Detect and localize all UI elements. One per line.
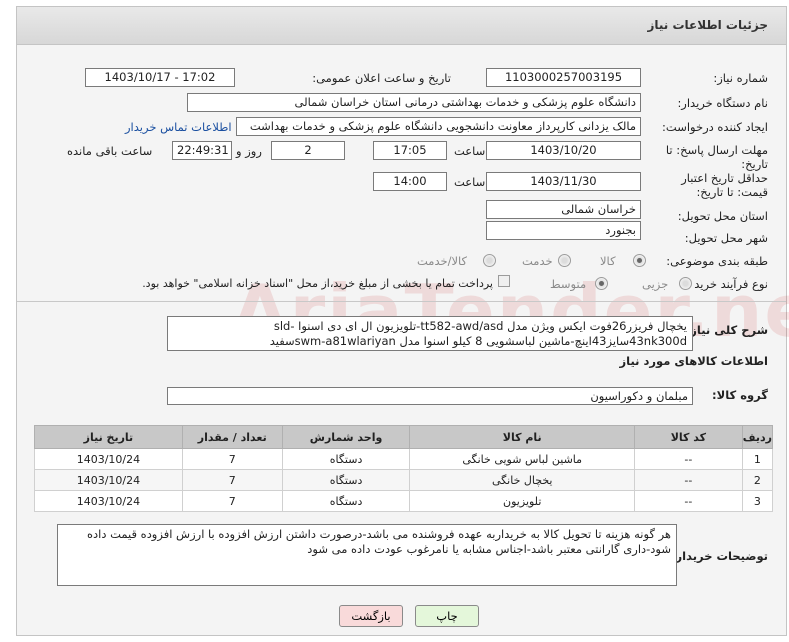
summary-label: شرح کلی نیاز:: [685, 323, 768, 337]
buyer-notes-label: توضیحات خریدار:: [670, 549, 768, 563]
price-validity-date-field: 1403/11/30: [486, 172, 641, 191]
row-name: یخچال خانگی: [409, 469, 635, 491]
city-field: بجنورد: [486, 221, 641, 240]
category-service-radio[interactable]: [558, 254, 571, 267]
need-details-panel: جزئیات اطلاعات نیاز AriaTender.neT شماره…: [16, 6, 789, 636]
creator-field: مالک یزدانی کارپرداز معاونت دانشجویی دان…: [236, 117, 641, 136]
buyer-contact-link[interactable]: اطلاعات تماس خریدار: [125, 120, 232, 134]
city-label: شهر محل تحویل:: [684, 231, 768, 245]
table-header-row: ردیف کد کالا نام کالا واحد شمارش تعداد /…: [34, 425, 774, 449]
treasury-payment-checkbox[interactable]: [498, 275, 510, 287]
remaining-time-label: ساعت باقی مانده: [67, 144, 153, 158]
divider: [17, 301, 786, 302]
row-name: تلویزیون: [409, 490, 635, 512]
row-date: 1403/10/24: [34, 490, 183, 512]
row-code: --: [634, 469, 743, 491]
back-button[interactable]: بازگشت: [339, 605, 403, 627]
row-index: 2: [741, 469, 774, 491]
col-code: کد کالا: [634, 425, 743, 449]
process-medium-label: متوسط: [550, 277, 587, 291]
row-unit: دستگاه: [281, 469, 411, 491]
row-index: 3: [741, 490, 774, 512]
process-medium-radio[interactable]: [595, 277, 608, 290]
col-date: تاریخ نیاز: [34, 425, 183, 449]
category-goods-service-radio[interactable]: [483, 254, 496, 267]
province-field: خراسان شمالی: [486, 200, 641, 219]
goods-table: ردیف کد کالا نام کالا واحد شمارش تعداد /…: [34, 425, 774, 512]
process-minor-label: جزیی: [642, 277, 669, 291]
announce-date-field: 1403/10/17 - 17:02: [85, 68, 235, 87]
category-goods-service-label: کالا/خدمت: [417, 254, 468, 268]
page-title: جزئیات اطلاعات نیاز: [647, 18, 768, 32]
row-qty: 7: [181, 490, 283, 512]
col-name: نام کالا: [409, 425, 635, 449]
buyer-org-label: نام دستگاه خریدار:: [677, 96, 768, 110]
category-goods-label: کالا: [600, 254, 616, 268]
row-code: --: [634, 490, 743, 512]
announce-date-label: تاریخ و ساعت اعلان عمومی:: [312, 71, 451, 85]
row-date: 1403/10/24: [34, 469, 183, 491]
reply-time-field: 17:05: [373, 141, 447, 160]
goods-section-title: اطلاعات کالاهای مورد نیاز: [619, 354, 768, 368]
row-date: 1403/10/24: [34, 448, 183, 470]
row-index: 1: [741, 448, 774, 470]
row-unit: دستگاه: [281, 490, 411, 512]
reply-time-label: ساعت: [454, 144, 486, 158]
row-unit: دستگاه: [281, 448, 411, 470]
reply-deadline-label: مهلت ارسال پاسخ: تا تاریخ:: [665, 143, 768, 171]
buyer-notes-text: هر گونه هزینه تا تحویل کالا به خریداربه …: [57, 524, 677, 586]
row-code: --: [634, 448, 743, 470]
col-index: ردیف: [741, 425, 774, 449]
treasury-payment-note: پرداخت تمام یا بخشی از مبلغ خرید،از محل …: [142, 277, 493, 290]
price-validity-label: حداقل تاریخ اعتبار قیمت: تا تاریخ:: [681, 171, 768, 199]
need-number-label: شماره نیاز:: [713, 71, 768, 85]
row-name: ماشین لباس شویی خانگی: [409, 448, 635, 470]
days-label: روز و: [236, 144, 262, 158]
table-row: 1 -- ماشین لباس شویی خانگی دستگاه 7 1403…: [34, 448, 774, 470]
process-minor-radio[interactable]: [679, 277, 692, 290]
row-qty: 7: [181, 448, 283, 470]
table-row: 3 -- تلویزیون دستگاه 7 1403/10/24: [34, 490, 774, 512]
col-unit: واحد شمارش: [281, 425, 411, 449]
col-qty: تعداد / مقدار: [181, 425, 283, 449]
buyer-org-field: دانشگاه علوم پزشکی و خدمات بهداشتی درمان…: [187, 93, 641, 112]
days-remaining-field: 2: [271, 141, 345, 160]
goods-group-label: گروه کالا:: [712, 388, 768, 402]
print-button[interactable]: چاپ: [415, 605, 479, 627]
price-time-label: ساعت: [454, 175, 486, 189]
creator-label: ایجاد کننده درخواست:: [662, 120, 768, 134]
category-label: طبقه بندی موضوعی:: [666, 254, 768, 268]
summary-description: یخچال فریزر26فوت ایکس ویژن مدل tt582-awd…: [167, 316, 693, 351]
province-label: استان محل تحویل:: [677, 209, 768, 223]
row-qty: 7: [181, 469, 283, 491]
reply-date-field: 1403/10/20: [486, 141, 641, 160]
category-service-label: خدمت: [522, 254, 553, 268]
process-type-label: نوع فرآیند خرید :: [686, 277, 768, 291]
price-validity-time-field: 14:00: [373, 172, 447, 191]
category-goods-radio[interactable]: [633, 254, 646, 267]
need-number-field: 1103000257003195: [486, 68, 641, 87]
remaining-time-field: 22:49:31: [172, 141, 232, 160]
goods-group-field: مبلمان و دکوراسیون: [167, 387, 693, 405]
header-bar: جزئیات اطلاعات نیاز: [17, 7, 786, 45]
table-row: 2 -- یخچال خانگی دستگاه 7 1403/10/24: [34, 469, 774, 491]
